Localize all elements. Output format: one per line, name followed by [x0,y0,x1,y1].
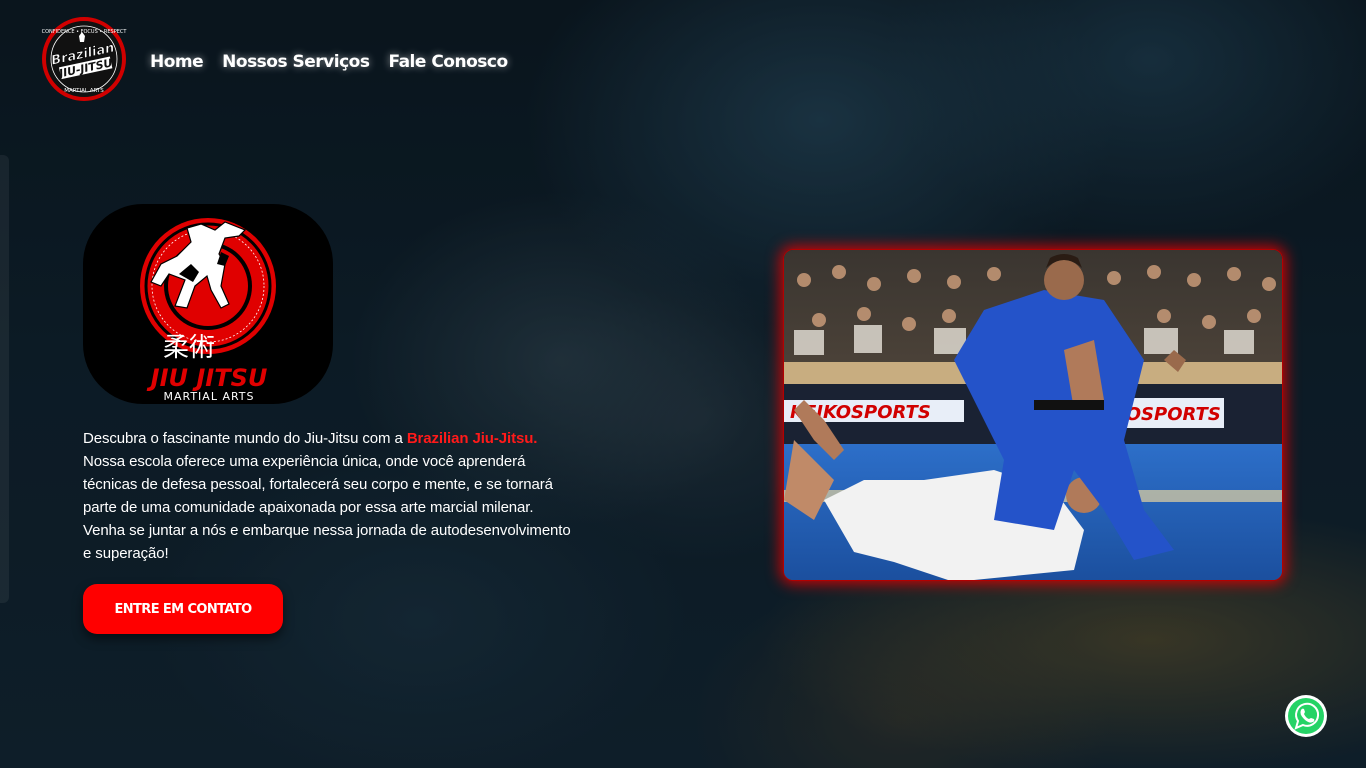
svg-text:CONFIDENCE • FOCUS • RESPECT: CONFIDENCE • FOCUS • RESPECT [42,29,128,35]
jiu-jitsu-badge: 柔術 JIU JITSU MARTIAL ARTS [83,204,333,404]
nav-link-contact[interactable]: Fale Conosco [388,52,508,72]
hero-description: Descubra o fascinante mundo do Jiu-Jitsu… [83,427,573,565]
whatsapp-icon[interactable] [1284,694,1328,738]
svg-text:MARTIAL ARTS: MARTIAL ARTS [64,88,104,94]
hero-intro-after: Nossa escola oferece uma experiência úni… [83,453,571,562]
contact-cta-button[interactable]: ENTRE EM CONTATO [83,584,283,634]
main-nav: Home Nossos Serviços Fale Conosco [150,52,508,72]
site-logo[interactable]: CONFIDENCE • FOCUS • RESPECT Brazilian J… [36,16,132,102]
svg-text:柔術: 柔術 [163,333,215,363]
jiu-jitsu-match-photo: KEIKOSPORTS KEIKOSPORTS [783,249,1283,581]
side-panel-edge [0,155,9,603]
svg-text:JIU JITSU: JIU JITSU [147,364,268,392]
hero-intro-before: Descubra o fascinante mundo do Jiu-Jitsu… [83,430,407,447]
svg-text:MARTIAL ARTS: MARTIAL ARTS [163,390,254,403]
brand-highlight: Brazilian Jiu-Jitsu. [406,430,538,447]
nav-link-home[interactable]: Home [150,52,204,72]
nav-link-services[interactable]: Nossos Serviços [222,52,370,72]
